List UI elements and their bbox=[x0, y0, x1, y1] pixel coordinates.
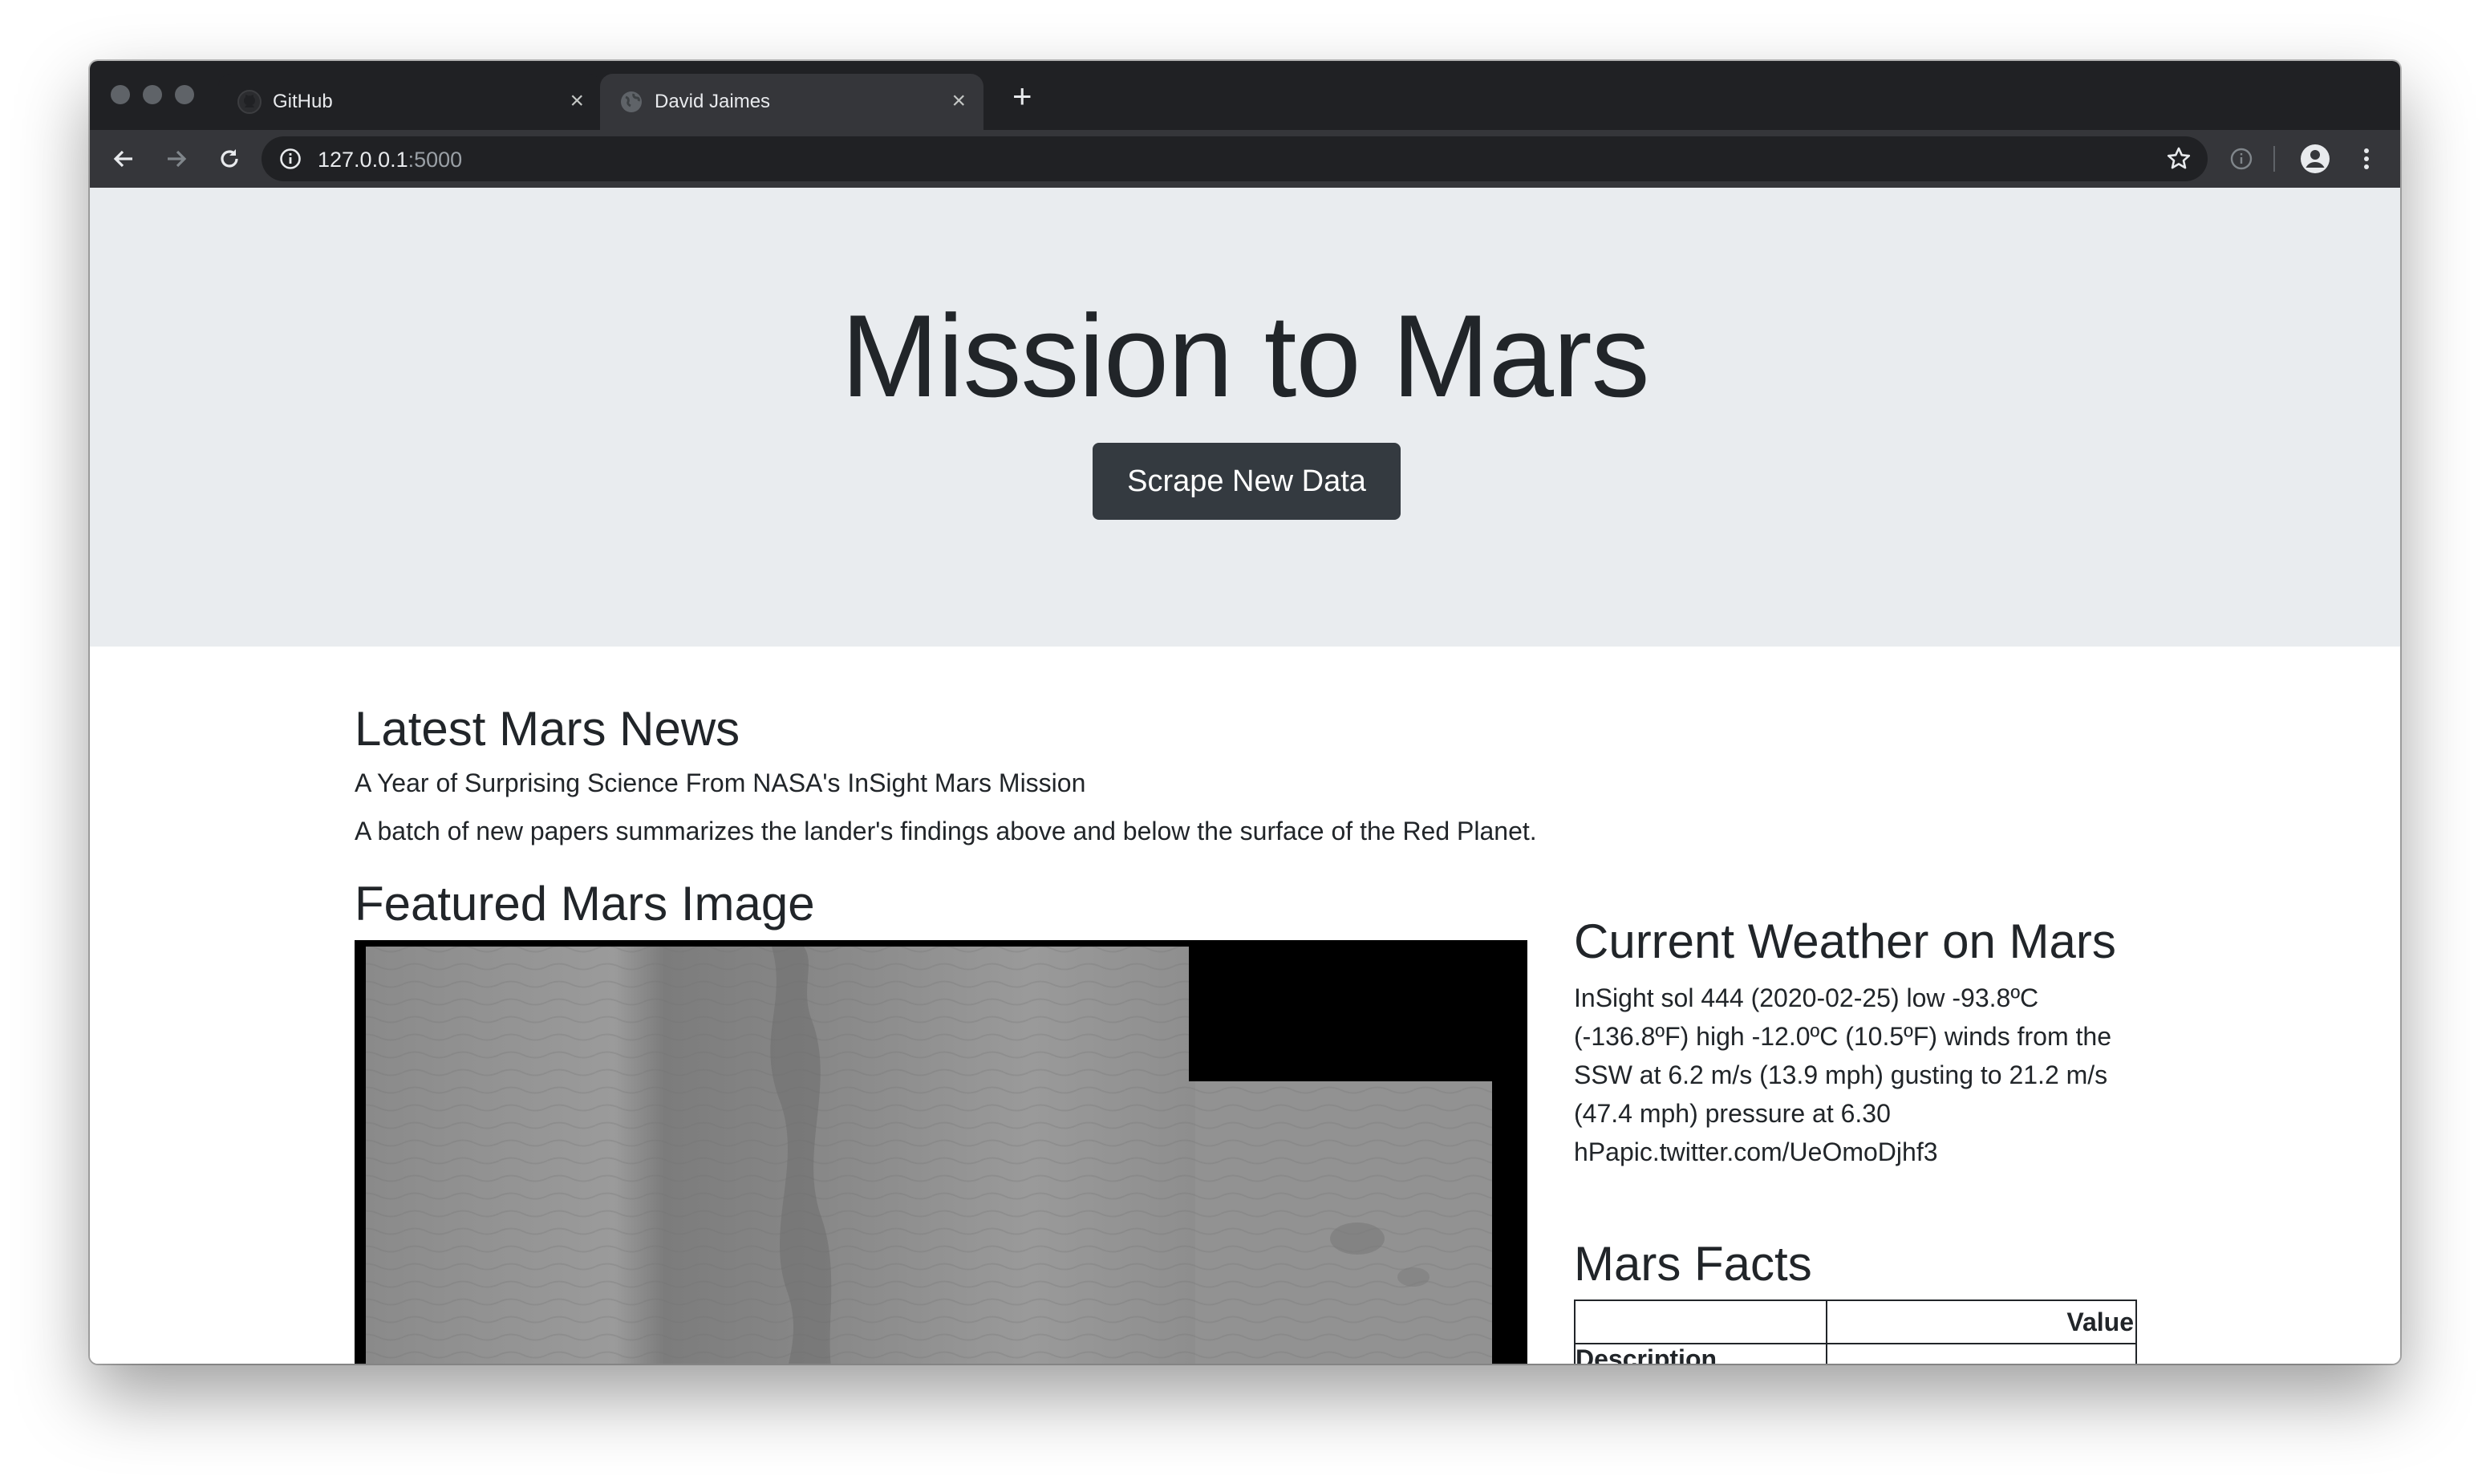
close-icon[interactable]: × bbox=[570, 88, 584, 114]
close-icon[interactable]: × bbox=[951, 88, 966, 114]
jumbotron: Mission to Mars Scrape New Data bbox=[90, 188, 2400, 647]
menu-button[interactable] bbox=[2349, 141, 2384, 176]
account-icon bbox=[2301, 144, 2330, 173]
reload-icon bbox=[221, 149, 238, 168]
tab-title: David Jaimes bbox=[655, 91, 771, 112]
table-header-cell: Value bbox=[1826, 1300, 2137, 1344]
bookmark-star-icon[interactable] bbox=[2166, 146, 2192, 172]
forward-button[interactable] bbox=[159, 141, 194, 176]
url-port: :5000 bbox=[408, 148, 463, 172]
url-text: 127.0.0.1:5000 bbox=[318, 148, 462, 172]
toolbar-divider bbox=[2273, 146, 2275, 172]
arrow-right-icon bbox=[168, 150, 187, 168]
weather-heading: Current Weather on Mars bbox=[1574, 914, 2116, 968]
profile-button[interactable] bbox=[2297, 141, 2333, 176]
table-row-header: Description bbox=[1574, 1343, 1827, 1364]
more-vertical-icon bbox=[2364, 148, 2369, 169]
info-icon[interactable] bbox=[279, 148, 302, 170]
window-zoom-dot[interactable] bbox=[175, 85, 194, 104]
table-header-row: Value bbox=[1574, 1300, 2137, 1344]
extension-button[interactable] bbox=[2224, 141, 2259, 176]
weather-report: InSight sol 444 (2020-02-25) low -93.8ºC… bbox=[1574, 983, 2111, 1166]
scrape-new-data-button[interactable]: Scrape New Data bbox=[1093, 443, 1401, 520]
featured-mars-image bbox=[355, 940, 1527, 1364]
table-cell bbox=[1826, 1343, 2137, 1364]
globe-icon bbox=[621, 91, 642, 112]
browser-window: GitHub × David Jaimes × + 127.0.0.1:5000… bbox=[90, 61, 2400, 1364]
page-content: Mission to Mars Scrape New Data Latest M… bbox=[90, 188, 2400, 1364]
tab-strip: GitHub × David Jaimes × + bbox=[90, 61, 2400, 130]
browser-toolbar: 127.0.0.1:5000 bbox=[90, 130, 2400, 188]
tab-david-jaimes[interactable]: David Jaimes × bbox=[600, 74, 983, 130]
address-bar[interactable]: 127.0.0.1:5000 bbox=[262, 136, 2208, 181]
news-heading: Latest Mars News bbox=[355, 702, 740, 756]
window-close-dot[interactable] bbox=[111, 85, 130, 104]
arrow-left-icon bbox=[113, 150, 132, 168]
back-button[interactable] bbox=[106, 141, 141, 176]
url-host: 127.0.0.1 bbox=[318, 148, 408, 172]
table-header-cell bbox=[1574, 1300, 1827, 1344]
github-icon bbox=[237, 90, 262, 114]
page-title: Mission to Mars bbox=[841, 290, 1649, 421]
news-headline: A Year of Surprising Science From NASA's… bbox=[355, 768, 1086, 797]
reload-button[interactable] bbox=[212, 141, 247, 176]
table-row: Description bbox=[1574, 1343, 2137, 1364]
new-tab-button[interactable]: + bbox=[1012, 77, 1032, 116]
featured-image-heading: Featured Mars Image bbox=[355, 877, 815, 931]
mars-surface-image bbox=[355, 940, 1527, 1364]
mars-facts-table: Value Description bbox=[1574, 1300, 2137, 1364]
info-icon bbox=[2230, 148, 2253, 170]
facts-heading: Mars Facts bbox=[1574, 1237, 1812, 1291]
tab-github[interactable]: GitHub × bbox=[218, 74, 602, 130]
window-minimize-dot[interactable] bbox=[143, 85, 162, 104]
news-teaser: A batch of new papers summarizes the lan… bbox=[355, 817, 1537, 845]
tab-title: GitHub bbox=[273, 91, 333, 112]
